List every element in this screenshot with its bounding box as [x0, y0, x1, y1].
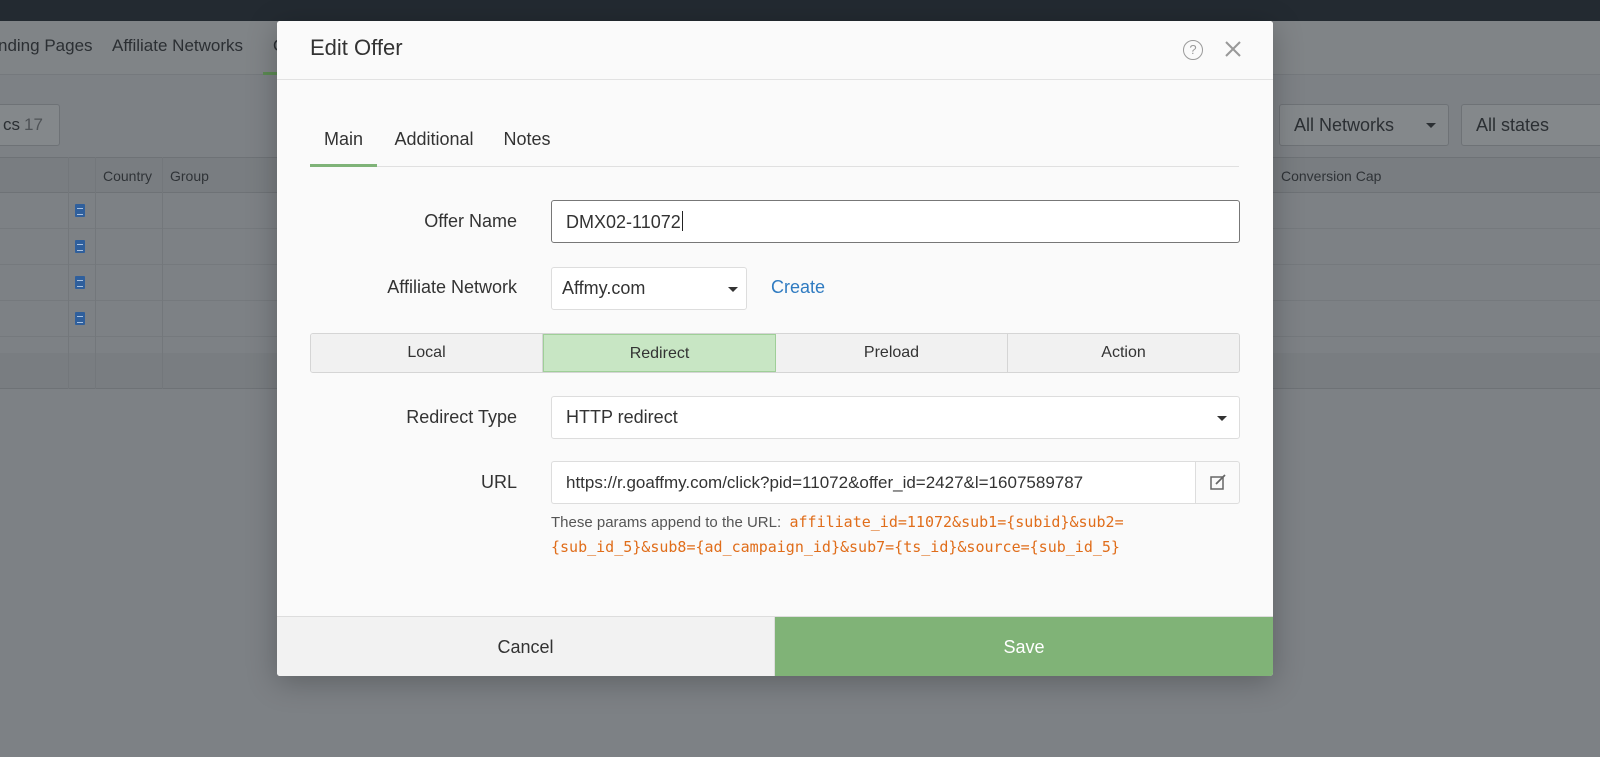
document-icon[interactable] [75, 276, 85, 289]
column-country[interactable]: Country [103, 168, 152, 184]
chevron-down-icon [728, 287, 738, 292]
mode-preload-button[interactable]: Preload [776, 334, 1008, 372]
redirect-type-value: HTTP redirect [566, 407, 678, 427]
states-filter[interactable]: All states [1461, 104, 1600, 146]
url-input[interactable]: https://r.goaffmy.com/click?pid=11072&of… [551, 461, 1196, 504]
nav-item-affiliate-networks[interactable]: Affiliate Networks [112, 36, 243, 56]
modal-header: Edit Offer ? [277, 21, 1273, 80]
states-filter-value: All states [1476, 115, 1550, 135]
chevron-down-icon [1426, 123, 1436, 128]
redirect-type-label: Redirect Type [406, 407, 517, 427]
offer-mode-selector: Local Redirect Preload Action [310, 333, 1240, 373]
column-divider [95, 157, 96, 389]
tab-notes[interactable]: Notes [502, 121, 552, 167]
mode-local-button[interactable]: Local [311, 334, 543, 372]
document-icon[interactable] [75, 204, 85, 217]
chip-label: cs [3, 115, 20, 134]
networks-filter[interactable]: All Networks [1279, 104, 1449, 146]
edit-offer-modal: Edit Offer ? Main Additional Notes Offer… [277, 21, 1273, 676]
modal-footer: Cancel Save [277, 616, 1273, 676]
affiliate-network-value: Affmy.com [562, 278, 646, 298]
affiliate-network-select[interactable]: Affmy.com [551, 267, 747, 310]
url-value: https://r.goaffmy.com/click?pid=11072&of… [566, 473, 1084, 492]
modal-title: Edit Offer [310, 35, 403, 60]
close-icon[interactable] [1221, 37, 1245, 61]
offer-name-input[interactable]: DMX02-11072 [551, 200, 1240, 243]
cancel-button[interactable]: Cancel [277, 617, 775, 676]
top-bar [0, 0, 1600, 21]
mode-action-button[interactable]: Action [1008, 334, 1239, 372]
offer-name-value: DMX02-11072 [566, 212, 681, 232]
params-line-1: affiliate_id=11072&sub1={subid}&sub2= [789, 513, 1124, 531]
params-prefix: These params append to the URL: [551, 514, 782, 531]
background-count-chip[interactable]: cs 17 [0, 104, 60, 146]
offer-name-label: Offer Name [424, 211, 517, 231]
networks-filter-value: All Networks [1294, 115, 1395, 135]
tab-main[interactable]: Main [310, 121, 377, 167]
url-params-hint: These params append to the URL: affiliat… [551, 510, 1251, 560]
affiliate-network-label: Affiliate Network [387, 277, 517, 297]
create-network-link[interactable]: Create [771, 277, 825, 298]
help-icon[interactable]: ? [1183, 40, 1203, 60]
redirect-type-select[interactable]: HTTP redirect [551, 396, 1240, 439]
params-line-2: {sub_id_5}&sub8={ad_campaign_id}&sub7={t… [551, 538, 1120, 556]
column-divider [162, 157, 163, 389]
text-cursor [681, 211, 683, 231]
edit-url-button[interactable] [1195, 461, 1240, 504]
document-icon[interactable] [75, 240, 85, 253]
edit-icon [1210, 474, 1226, 490]
chevron-down-icon [1217, 416, 1227, 421]
column-conversion-cap[interactable]: Conversion Cap [1281, 168, 1381, 184]
url-label: URL [480, 472, 517, 492]
modal-tabs: Main Additional Notes [310, 121, 1239, 167]
column-group[interactable]: Group [170, 168, 209, 184]
save-button[interactable]: Save [775, 617, 1273, 676]
mode-redirect-button[interactable]: Redirect [543, 334, 776, 372]
document-icon[interactable] [75, 312, 85, 325]
column-divider [68, 157, 69, 389]
tab-additional[interactable]: Additional [394, 121, 474, 167]
nav-item-landing-pages[interactable]: nding Pages [0, 36, 93, 56]
chip-count: 17 [24, 115, 43, 134]
